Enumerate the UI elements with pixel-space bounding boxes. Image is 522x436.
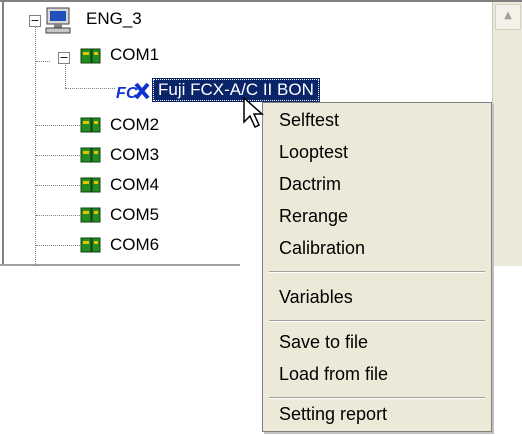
tree-connector: [36, 125, 80, 126]
tree-node-com6[interactable]: COM6: [110, 234, 159, 256]
tree-connector: [36, 245, 80, 246]
tree-node-eng3[interactable]: ENG_3: [86, 8, 142, 30]
menu-item-load-from-file[interactable]: Load from file: [263, 359, 491, 389]
scroll-up-button[interactable]: ▲: [495, 4, 521, 30]
tree-node-com5[interactable]: COM5: [110, 204, 159, 226]
collapse-icon[interactable]: −: [58, 52, 70, 64]
tree-connector: [36, 215, 80, 216]
fuji-device-icon: F C: [116, 82, 150, 102]
menu-item-calibration[interactable]: Calibration: [263, 233, 491, 263]
tree-connector: [35, 22, 36, 266]
serial-port-icon: [80, 48, 101, 64]
tree-border: [0, 264, 240, 266]
menu-item-dactrim[interactable]: Dactrim: [263, 169, 491, 199]
menu-item-variables[interactable]: Variables: [263, 282, 491, 312]
tree-connector: [65, 88, 115, 89]
tree-connector: [36, 155, 80, 156]
menu-item-looptest[interactable]: Looptest: [263, 137, 491, 167]
menu-separator: [269, 271, 485, 273]
vertical-scrollbar[interactable]: ▲: [492, 2, 522, 266]
svg-text:C: C: [126, 85, 138, 102]
tree-connector: [36, 185, 80, 186]
tree-node-device-selected[interactable]: Fuji FCX-A/C II BON: [152, 78, 320, 102]
menu-item-setting-report[interactable]: Setting report: [263, 399, 491, 429]
serial-port-icon: [80, 117, 101, 133]
menu-separator: [269, 320, 485, 322]
tree-border: [2, 0, 4, 266]
menu-item-rerange[interactable]: Rerange: [263, 201, 491, 231]
serial-port-icon: [80, 177, 101, 193]
tree-border: [0, 0, 522, 2]
tree-connector: [36, 61, 50, 62]
menu-item-save-to-file[interactable]: Save to file: [263, 327, 491, 357]
mouse-cursor-icon: [243, 96, 264, 129]
tree-node-com1[interactable]: COM1: [110, 44, 159, 66]
collapse-icon[interactable]: −: [29, 15, 41, 27]
context-menu: Selftest Looptest Dactrim Rerange Calibr…: [262, 102, 492, 432]
serial-port-icon: [80, 207, 101, 223]
tree-node-com2[interactable]: COM2: [110, 114, 159, 136]
serial-port-icon: [80, 237, 101, 253]
tree-node-com3[interactable]: COM3: [110, 144, 159, 166]
computer-icon: [45, 7, 71, 34]
menu-item-selftest[interactable]: Selftest: [263, 105, 491, 135]
tree-node-com4[interactable]: COM4: [110, 174, 159, 196]
serial-port-icon: [80, 147, 101, 163]
